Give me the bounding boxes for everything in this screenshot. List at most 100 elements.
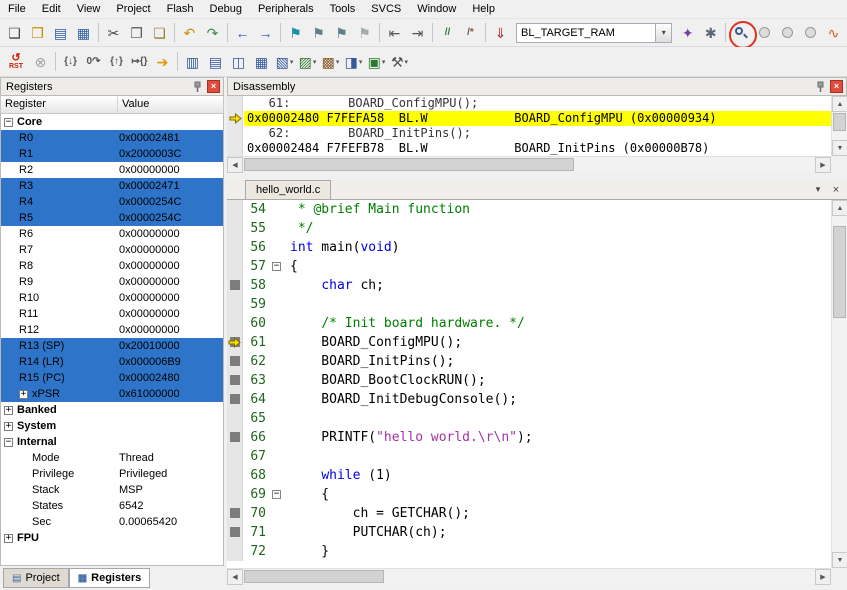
memory-window[interactable]: ▨▾ (296, 50, 319, 73)
editor-line-61[interactable]: 61 BOARD_ConfigMPU(); (227, 333, 831, 352)
register-row-r5[interactable]: R50x0000254C (1, 210, 223, 226)
menu-svcs[interactable]: SVCS (363, 1, 409, 17)
register-row-states[interactable]: States6542 (1, 498, 223, 514)
editor-line-62[interactable]: 62 BOARD_InitPins(); (227, 352, 831, 371)
collapse-icon[interactable]: − (4, 438, 13, 447)
menu-help[interactable]: Help (464, 1, 503, 17)
menu-debug[interactable]: Debug (202, 1, 250, 17)
registers-window[interactable]: ▦ (250, 50, 273, 73)
close-icon[interactable]: × (830, 80, 843, 93)
register-row-stack[interactable]: StackMSP (1, 482, 223, 498)
register-row-fpu[interactable]: +FPU (1, 530, 223, 546)
editor-line-70[interactable]: 70 ch = GETCHAR(); (227, 504, 831, 523)
editor-horizontal-scrollbar[interactable]: ◀ ▶ (227, 568, 831, 584)
pin-icon[interactable] (814, 80, 826, 93)
scroll-right-icon[interactable]: ▶ (815, 157, 831, 173)
insert-bookmark[interactable]: ⚑ (284, 21, 307, 44)
scroll-right-icon[interactable]: ▶ (815, 569, 831, 585)
scroll-left-icon[interactable]: ◀ (227, 569, 243, 585)
editor-line-69[interactable]: 69− { (227, 485, 831, 504)
editor-line-67[interactable]: 67 (227, 447, 831, 466)
register-row-r8[interactable]: R80x00000000 (1, 258, 223, 274)
navigate-back[interactable]: ← (231, 21, 254, 44)
register-row-mode[interactable]: ModeThread (1, 450, 223, 466)
editor-line-58[interactable]: 58 char ch; (227, 276, 831, 295)
menu-view[interactable]: View (69, 1, 109, 17)
uvision-swirl[interactable]: ∿ (822, 21, 845, 44)
register-row-r12[interactable]: R120x00000000 (1, 322, 223, 338)
system-viewer[interactable]: ▣▾ (365, 50, 388, 73)
breakpoint-margin[interactable] (227, 390, 243, 409)
dropdown-arrow-icon[interactable]: ▾ (405, 58, 409, 66)
breakpoint-margin[interactable] (227, 295, 243, 314)
editor-line-56[interactable]: 56int main(void) (227, 238, 831, 257)
breakpoint-margin[interactable] (227, 238, 243, 257)
register-row-r14-lr[interactable]: R14 (LR)0x000006B9 (1, 354, 223, 370)
target-select-combo[interactable]: BL_TARGET_RAM▾ (516, 23, 672, 43)
save-all[interactable]: ▦ (72, 21, 95, 44)
editor-line-60[interactable]: 60 /* Init board hardware. */ (227, 314, 831, 333)
indicator-circle-2[interactable] (776, 21, 799, 44)
disassembly-line[interactable]: 0x00002484 F7FEFB78 BL.W BOARD_InitPins … (244, 141, 831, 156)
register-row-internal[interactable]: −Internal (1, 434, 223, 450)
breakpoint-margin[interactable] (227, 504, 243, 523)
indent-selection[interactable]: ⇥ (406, 21, 429, 44)
previous-bookmark[interactable]: ⚑ (307, 21, 330, 44)
dropdown-arrow-icon[interactable]: ▾ (313, 58, 317, 66)
scroll-left-icon[interactable]: ◀ (227, 157, 243, 173)
expand-icon[interactable]: + (4, 422, 13, 431)
dropdown-arrow-icon[interactable]: ▾ (382, 58, 386, 66)
editor-line-66[interactable]: 66 PRINTF("hello world.\r\n"); (227, 428, 831, 447)
serial-window[interactable]: ▩▾ (319, 50, 342, 73)
breakpoint-margin[interactable] (227, 371, 243, 390)
analysis-window[interactable]: ◨▾ (342, 50, 365, 73)
menu-edit[interactable]: Edit (34, 1, 69, 17)
register-row-r0[interactable]: R00x00002481 (1, 130, 223, 146)
copy[interactable]: ❐ (125, 21, 148, 44)
expand-icon[interactable]: + (19, 390, 28, 399)
fold-collapse-icon[interactable]: − (272, 262, 281, 271)
reset-cpu[interactable]: ↺RST (3, 50, 29, 73)
panel-tab-registers[interactable]: ▦Registers (69, 568, 151, 588)
run-to-cursor[interactable]: ↦{} (128, 50, 151, 73)
menu-project[interactable]: Project (108, 1, 158, 17)
disassembly-horizontal-scrollbar[interactable]: ◀ ▶ (227, 156, 831, 172)
stop-debug[interactable]: ⊗ (29, 50, 52, 73)
editor-line-55[interactable]: 55 */ (227, 219, 831, 238)
cut[interactable]: ✂ (102, 21, 125, 44)
disassembly-line[interactable]: 61: BOARD_ConfigMPU(); (244, 96, 831, 111)
scroll-down-icon[interactable]: ▼ (832, 140, 847, 156)
scroll-up-icon[interactable]: ▲ (832, 96, 847, 112)
undo[interactable]: ↶ (178, 21, 201, 44)
breakpoint-margin[interactable] (227, 276, 243, 295)
register-row-r3[interactable]: R30x00002471 (1, 178, 223, 194)
register-row-r13-sp[interactable]: R13 (SP)0x20010000 (1, 338, 223, 354)
new-file[interactable]: ❑ (3, 21, 26, 44)
editor-line-68[interactable]: 68 while (1) (227, 466, 831, 485)
register-row-sec[interactable]: Sec0.00065420 (1, 514, 223, 530)
register-row-banked[interactable]: +Banked (1, 402, 223, 418)
register-row-r7[interactable]: R70x00000000 (1, 242, 223, 258)
expand-icon[interactable]: + (4, 406, 13, 415)
register-row-r9[interactable]: R90x00000000 (1, 274, 223, 290)
editor-line-72[interactable]: 72 } (227, 542, 831, 561)
run[interactable]: ➔ (151, 50, 174, 73)
fold-collapse-icon[interactable]: − (272, 490, 281, 499)
combo-dropdown-icon[interactable]: ▾ (655, 24, 671, 42)
register-row-core[interactable]: −Core (1, 114, 223, 130)
disassembly-margin[interactable] (227, 96, 243, 156)
toolbox[interactable]: ⚒▾ (388, 50, 411, 73)
command-window[interactable]: ▥ (181, 50, 204, 73)
next-bookmark[interactable]: ⚑ (330, 21, 353, 44)
scrollbar-thumb[interactable] (244, 158, 574, 171)
editor-line-65[interactable]: 65 (227, 409, 831, 428)
uncomment-selection[interactable]: /* (459, 21, 482, 44)
find-in-files[interactable] (729, 21, 753, 44)
menu-window[interactable]: Window (409, 1, 464, 17)
dropdown-arrow-icon[interactable]: ▾ (359, 58, 363, 66)
breakpoint-margin[interactable] (227, 447, 243, 466)
open-file[interactable]: ❒ (26, 21, 49, 44)
save[interactable]: ▤ (49, 21, 72, 44)
column-header-register[interactable]: Register (1, 96, 118, 113)
register-row-privilege[interactable]: PrivilegePrivileged (1, 466, 223, 482)
